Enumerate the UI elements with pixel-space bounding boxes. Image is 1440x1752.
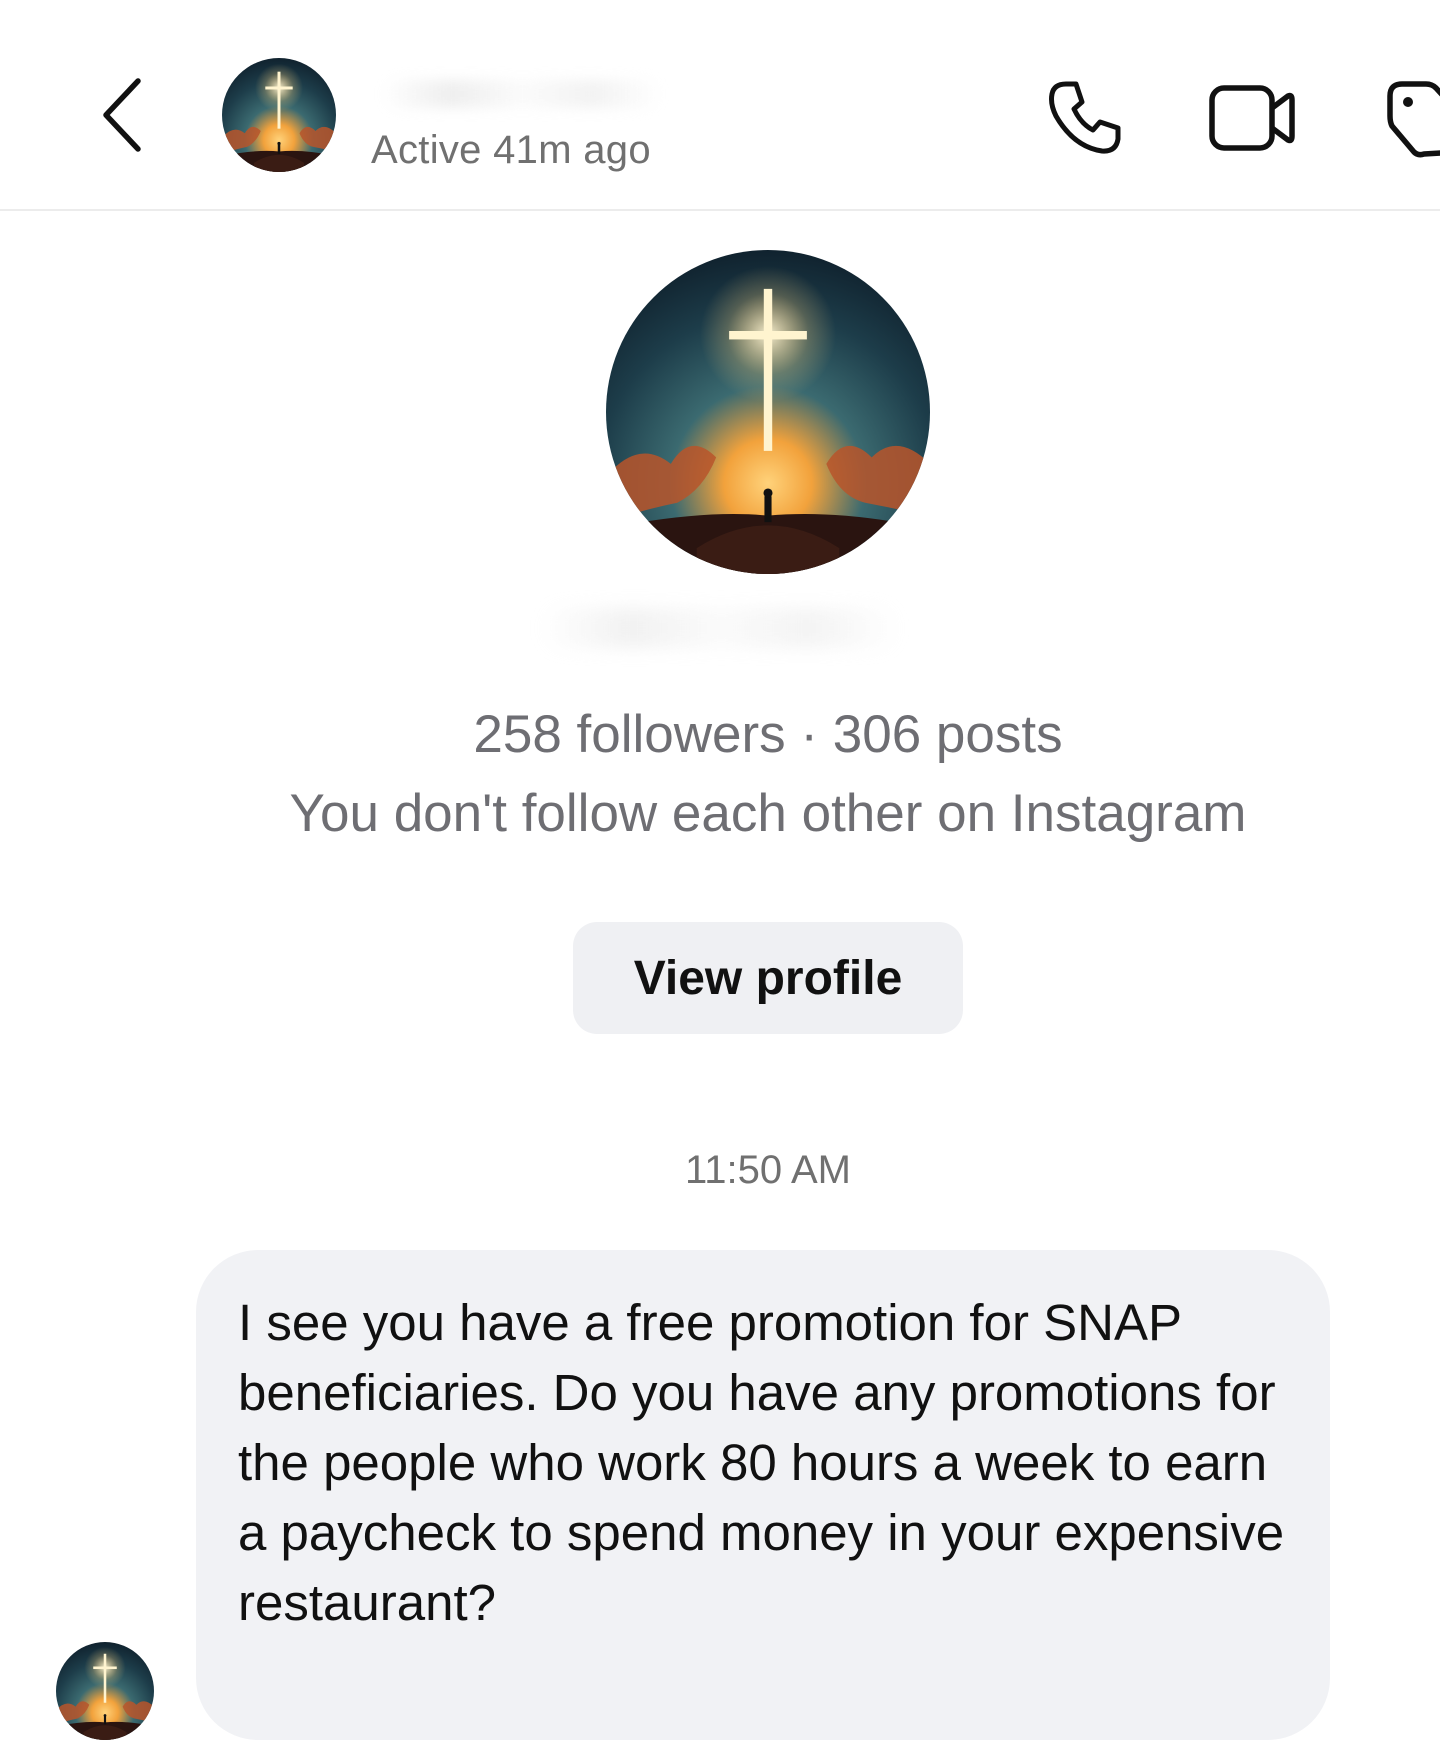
call-button[interactable] [1036, 70, 1132, 166]
chevron-left-icon [103, 78, 141, 152]
back-button[interactable] [92, 70, 152, 160]
message-text: I see you have a free promotion for SNAP… [238, 1294, 1285, 1631]
sender-avatar[interactable] [56, 1642, 154, 1740]
tag-icon [1387, 81, 1440, 158]
profile-stats: 258 followers · 306 posts [473, 705, 1063, 764]
chat-header: Active 41m ago [0, 0, 1440, 211]
follow-status: You don't follow each other on Instagram [289, 784, 1247, 843]
active-status: Active 41m ago [371, 128, 651, 172]
phone-icon [1049, 81, 1121, 154]
message-timestamp: 11:50 AM [684, 1148, 852, 1192]
tag-button[interactable] [1366, 70, 1440, 166]
video-call-button[interactable] [1204, 70, 1300, 166]
video-camera-icon [1209, 85, 1295, 151]
view-profile-button[interactable]: View profile [573, 922, 963, 1034]
profile-avatar[interactable] [606, 250, 930, 574]
profile-name-redacted [540, 608, 900, 648]
message-bubble[interactable]: I see you have a free promotion for SNAP… [196, 1250, 1330, 1740]
contact-avatar[interactable] [222, 58, 336, 172]
contact-name-redacted [382, 80, 662, 108]
